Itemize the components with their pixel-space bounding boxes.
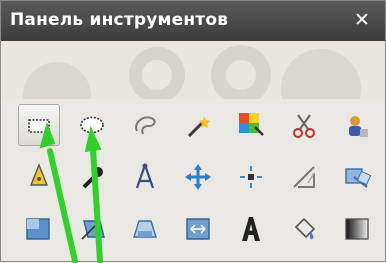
- title-bar[interactable]: Панель инструментов ✕: [1, 1, 385, 41]
- blend-icon[interactable]: [336, 208, 378, 250]
- shear-icon[interactable]: [71, 208, 113, 250]
- toolbox-logo: [1, 41, 385, 99]
- measure-icon[interactable]: [124, 156, 166, 198]
- select-by-color-icon[interactable]: [230, 104, 272, 146]
- crop-icon[interactable]: [283, 156, 325, 198]
- paths-icon[interactable]: [18, 156, 60, 198]
- toolbox-window: Панель инструментов ✕: [0, 0, 386, 263]
- rotate-icon[interactable]: [336, 156, 378, 198]
- tool-grid: [15, 101, 375, 261]
- move-icon[interactable]: [177, 156, 219, 198]
- scissors-select-icon[interactable]: [283, 104, 325, 146]
- text-icon[interactable]: [230, 208, 272, 250]
- rect-select-icon[interactable]: [18, 104, 60, 146]
- flip-icon[interactable]: [177, 208, 219, 250]
- ellipse-select-icon[interactable]: [71, 104, 113, 146]
- free-select-icon[interactable]: [124, 104, 166, 146]
- panel-title: Панель инструментов: [10, 10, 229, 30]
- fuzzy-select-icon[interactable]: [177, 104, 219, 146]
- foreground-select-icon[interactable]: [336, 104, 378, 146]
- color-picker-icon[interactable]: [71, 156, 113, 198]
- alignment-icon[interactable]: [230, 156, 272, 198]
- bucket-fill-icon[interactable]: [283, 208, 325, 250]
- close-icon[interactable]: ✕: [352, 10, 372, 30]
- scale-icon[interactable]: [18, 208, 60, 250]
- perspective-icon[interactable]: [124, 208, 166, 250]
